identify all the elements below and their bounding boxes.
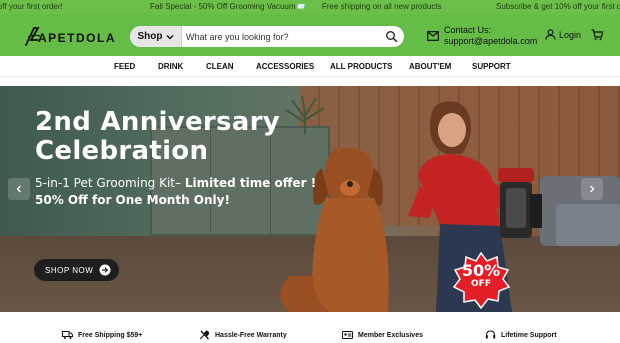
search-icon[interactable] (385, 30, 398, 43)
cart-icon[interactable] (591, 29, 603, 41)
feature-label: Lifetime Support (501, 331, 557, 339)
main-nav: FEED DRINK CLEAN ACCESSORIES ALL PRODUCT… (0, 56, 620, 77)
nav-item-drink[interactable]: DRINK (158, 62, 183, 71)
mail-icon (427, 31, 439, 41)
login-label: Login (559, 29, 582, 40)
dog-illustration (280, 147, 389, 312)
announcement-message: Free shipping on all new products (322, 2, 442, 11)
features-strip: Free Shipping $59+ Hassle-Free Warranty … (0, 326, 620, 343)
nav-item-all-products[interactable]: ALL PRODUCTS (330, 62, 393, 71)
plant-illustration (285, 95, 325, 134)
badge-value: 50% (461, 261, 501, 280)
search-bar: Shop (130, 26, 404, 47)
chevron-right-icon (590, 185, 595, 193)
feature-label: Free Shipping $59+ (78, 331, 143, 339)
hero-subtitle-prefix: 5-in-1 Pet Grooming Kit– (35, 176, 185, 190)
feature-label: Hassle-Free Warranty (215, 331, 287, 339)
chevron-left-icon (16, 185, 21, 193)
nav-item-feed[interactable]: FEED (114, 62, 135, 71)
nav-item-about[interactable]: ABOUT'EM (409, 62, 451, 71)
discount-badge: 50% OFF (458, 262, 504, 290)
tools-icon (199, 330, 210, 340)
feature-label: Member Exclusives (358, 331, 423, 339)
announcement-message: off your first order! (0, 2, 63, 11)
announcement-bar: off your first order! Fall Special - 50%… (0, 0, 620, 14)
user-icon (545, 29, 556, 40)
hero-banner[interactable]: 2nd Anniversary Celebration 5-in-1 Pet G… (0, 86, 620, 312)
feature-lifetime-support: Lifetime Support (485, 330, 557, 340)
shop-category-select[interactable]: Shop (130, 26, 182, 47)
feature-free-shipping: Free Shipping $59+ (62, 330, 142, 340)
carousel-next-button[interactable] (581, 178, 603, 200)
id-card-icon (342, 331, 353, 339)
login-button[interactable]: Login (545, 29, 581, 40)
badge-off: OFF (471, 279, 491, 289)
feature-member-exclusives: Member Exclusives (342, 330, 423, 340)
feature-warranty: Hassle-Free Warranty (199, 330, 287, 340)
grooming-vacuum-illustration (498, 168, 542, 238)
hero-subtitle: 5-in-1 Pet Grooming Kit– Limited time of… (35, 176, 316, 190)
hero-title-line1: 2nd Anniversary (35, 107, 281, 137)
chevron-down-icon (166, 34, 173, 39)
nav-item-support[interactable]: SUPPORT (472, 62, 511, 71)
logo-text[interactable]: APETDOLA (38, 31, 116, 45)
arrow-right-circle-icon (99, 264, 111, 276)
hero-title: 2nd Anniversary Celebration (35, 108, 280, 166)
nav-item-accessories[interactable]: ACCESSORIES (256, 62, 314, 71)
shop-now-label: SHOP NOW (45, 265, 94, 275)
contact-title: Contact Us: (444, 25, 492, 35)
sofa-arm-illustration (556, 204, 620, 246)
site-header: APETDOLA Shop Contact Us: support@apetdo… (0, 14, 620, 56)
carousel-prev-button[interactable] (8, 178, 30, 200)
announcement-message[interactable]: Fall Special - 50% Off Grooming Vacuum📨 (150, 2, 306, 11)
search-input[interactable] (186, 26, 382, 47)
truck-icon (62, 331, 73, 339)
shop-now-button[interactable]: SHOP NOW (34, 259, 119, 281)
nav-item-clean[interactable]: CLEAN (206, 62, 234, 71)
hero-offer: 50% Off for One Month Only! (35, 193, 230, 207)
headset-icon (485, 330, 496, 339)
announcement-message: Subscribe & get 10% off your first or (496, 2, 620, 11)
hero-subtitle-bold: Limited time offer ! (184, 176, 317, 190)
contact-email-link[interactable]: support@apetdola.com (444, 36, 537, 46)
hero-title-line2: Celebration (35, 136, 209, 166)
shop-category-label: Shop (137, 31, 163, 42)
